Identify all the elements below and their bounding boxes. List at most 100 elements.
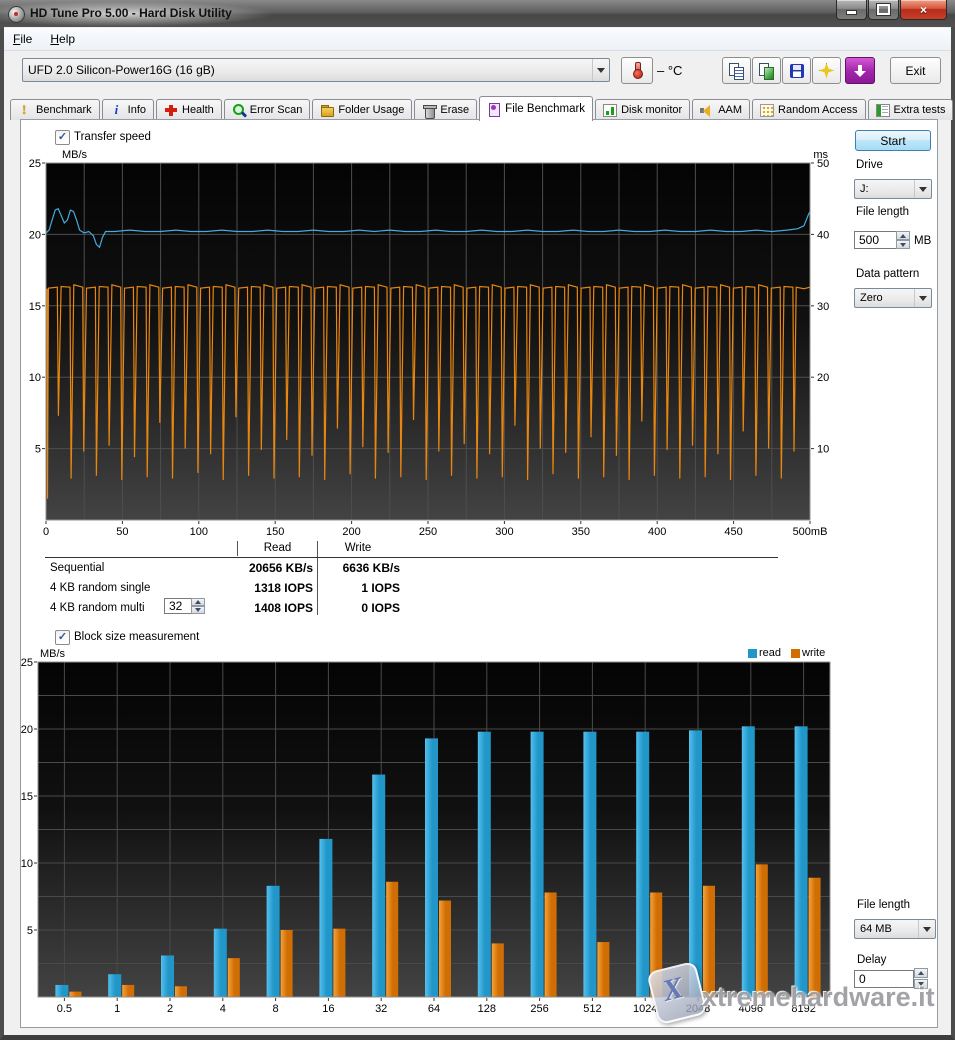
block-file-length-select[interactable]: 64 MB — [854, 919, 936, 939]
menu-file[interactable]: File — [4, 29, 41, 49]
data-pattern-select[interactable]: Zero — [854, 288, 932, 308]
tab-random-access[interactable]: Random Access — [752, 99, 865, 120]
chevron-down-icon[interactable] — [914, 180, 931, 198]
spin-down-button[interactable] — [896, 240, 910, 249]
svg-text:5: 5 — [35, 444, 41, 456]
temperature-button[interactable] — [621, 57, 653, 84]
file-benchmark-icon — [487, 103, 501, 116]
exit-button[interactable]: Exit — [890, 57, 941, 84]
close-icon: × — [920, 3, 927, 17]
transfer-speed-label: Transfer speed — [74, 131, 151, 143]
block-size-checkbox[interactable]: ✓ — [55, 630, 70, 645]
svg-text:25: 25 — [29, 158, 41, 170]
svg-text:20: 20 — [29, 229, 41, 241]
chevron-down-icon[interactable] — [592, 59, 609, 81]
tab-folder-usage[interactable]: Folder Usage — [312, 99, 412, 120]
tab-label: Benchmark — [36, 104, 92, 116]
read-bar — [636, 732, 649, 997]
device-select-value: UFD 2.0 Silicon-Power16G (16 gB) — [23, 63, 592, 77]
svg-text:150: 150 — [266, 526, 284, 538]
data-pattern-value: Zero — [855, 292, 914, 304]
read-bar — [108, 974, 121, 997]
tab-label: Info — [128, 104, 146, 116]
spin-up-button[interactable] — [914, 968, 928, 978]
write-bar — [703, 886, 715, 997]
tab-file-benchmark[interactable]: File Benchmark — [479, 96, 593, 121]
write-bar — [492, 943, 504, 997]
file-length-input[interactable]: 500 — [854, 231, 898, 249]
chevron-down-icon[interactable] — [918, 920, 935, 938]
tab-benchmark[interactable]: Benchmark — [10, 99, 100, 120]
save-button[interactable] — [782, 57, 811, 84]
delay-value: 0 — [859, 972, 866, 986]
titlebar[interactable]: HD Tune Pro 5.00 - Hard Disk Utility × — [0, 0, 955, 28]
tab-label: Error Scan — [250, 104, 303, 116]
svg-text:20: 20 — [21, 724, 33, 736]
tab-disk-monitor[interactable]: Disk monitor — [595, 99, 690, 120]
svg-text:2: 2 — [167, 1003, 173, 1015]
options-button[interactable] — [812, 57, 841, 84]
tab-label: Health — [182, 104, 214, 116]
svg-text:20: 20 — [817, 372, 829, 384]
write-bar — [650, 892, 662, 997]
data-pattern-label: Data pattern — [856, 268, 919, 280]
spin-up-button[interactable] — [896, 231, 910, 240]
svg-text:16: 16 — [322, 1003, 334, 1015]
tab-label: Random Access — [778, 104, 857, 116]
minimize-button[interactable] — [836, 0, 867, 20]
transfer-speed-checkbox[interactable]: ✓ — [55, 130, 70, 145]
minimize-icon — [846, 10, 857, 15]
menubar: FileHelp — [4, 28, 951, 51]
transfer-speed-chart: 5101520251020304050050100150200250300350… — [25, 146, 837, 538]
svg-text:64: 64 — [428, 1003, 440, 1015]
file-length-label: File length — [856, 206, 909, 218]
device-select[interactable]: UFD 2.0 Silicon-Power16G (16 gB) — [22, 58, 610, 82]
erase-icon — [422, 104, 436, 117]
tab-extra-tests[interactable]: Extra tests — [868, 99, 954, 120]
svg-text:500mB: 500mB — [793, 526, 828, 538]
tab-info[interactable]: Info — [102, 99, 154, 120]
check-icon: ✓ — [58, 132, 67, 143]
row-label-random-multi: 4 KB random multi — [50, 602, 145, 614]
delay-input[interactable]: 0 — [854, 970, 914, 988]
close-button[interactable]: × — [900, 0, 947, 20]
copy-text-button[interactable] — [722, 57, 751, 84]
menu-help[interactable]: Help — [41, 29, 84, 49]
svg-text:200: 200 — [342, 526, 360, 538]
sequential-write-value: 6636 KB/s — [320, 561, 400, 575]
copy-image-button[interactable] — [752, 57, 781, 84]
svg-text:10: 10 — [21, 858, 33, 870]
write-column-header: Write — [318, 542, 398, 554]
svg-text:256: 256 — [530, 1003, 548, 1015]
maximize-icon — [877, 4, 890, 15]
random-access-icon — [760, 104, 774, 117]
read-bar — [425, 738, 438, 997]
chevron-down-icon[interactable] — [914, 289, 931, 307]
tab-erase[interactable]: Erase — [414, 99, 477, 120]
svg-text:32: 32 — [375, 1003, 387, 1015]
svg-text:450: 450 — [724, 526, 742, 538]
tab-aam[interactable]: AAM — [692, 99, 750, 120]
write-bar — [386, 882, 398, 997]
write-bar — [756, 864, 768, 997]
svg-text:350: 350 — [572, 526, 590, 538]
queue-depth-value: 32 — [169, 599, 182, 613]
app-window: HD Tune Pro 5.00 - Hard Disk Utility × F… — [0, 0, 955, 1040]
queue-depth-input[interactable]: 32 — [164, 598, 194, 614]
random-multi-write-value: 0 IOPS — [320, 601, 400, 615]
spin-down-button[interactable] — [914, 979, 928, 989]
drive-select[interactable]: J: — [854, 179, 932, 199]
tab-label: Disk monitor — [621, 104, 682, 116]
aam-icon — [700, 104, 714, 117]
start-button[interactable]: Start — [855, 130, 931, 151]
save-results-button[interactable] — [845, 57, 875, 84]
tab-error-scan[interactable]: Error Scan — [224, 99, 311, 120]
tab-label: AAM — [718, 104, 742, 116]
maximize-button[interactable] — [868, 0, 899, 20]
error-scan-icon — [232, 104, 246, 117]
copy-image-icon — [758, 63, 775, 79]
svg-text:2048: 2048 — [686, 1003, 710, 1015]
tab-health[interactable]: Health — [156, 99, 222, 120]
tab-label: File Benchmark — [505, 103, 585, 115]
write-bar — [597, 942, 609, 997]
